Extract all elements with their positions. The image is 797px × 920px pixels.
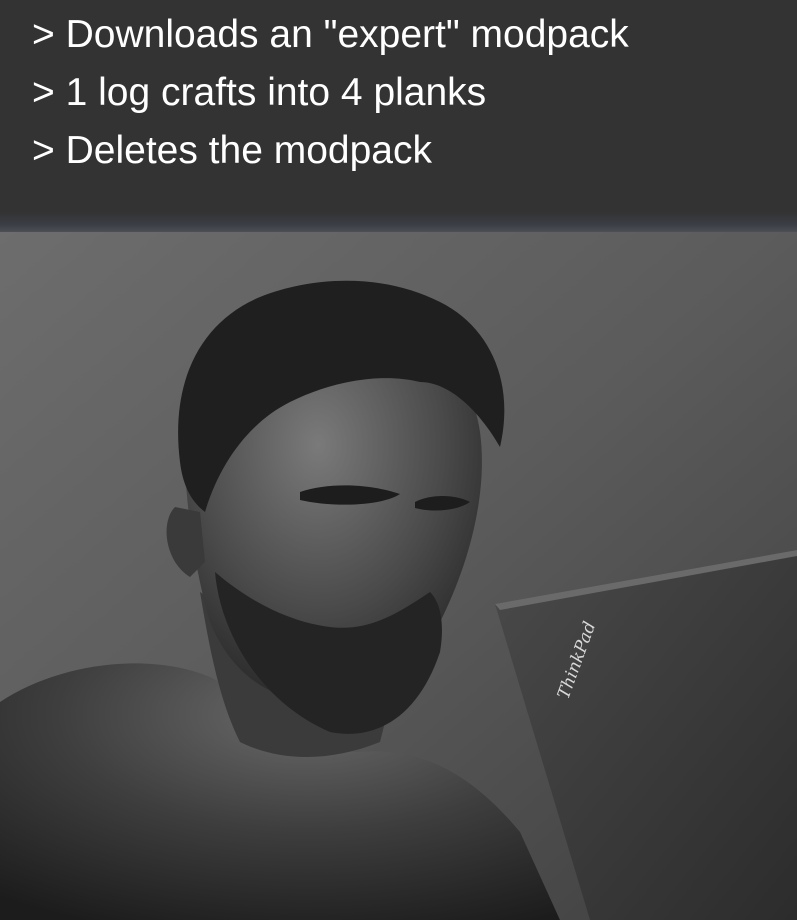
meme: > Downloads an "expert" modpack > 1 log … [0, 0, 797, 920]
caption-line-1: > Downloads an "expert" modpack [32, 13, 629, 56]
caption-line-3: > Deletes the modpack [32, 129, 432, 172]
caption-line-2: > 1 log crafts into 4 planks [32, 71, 487, 114]
caption-panel: > Downloads an "expert" modpack > 1 log … [0, 0, 797, 222]
meme-photo: ThinkPad [0, 232, 797, 920]
caption-divider [0, 212, 797, 232]
